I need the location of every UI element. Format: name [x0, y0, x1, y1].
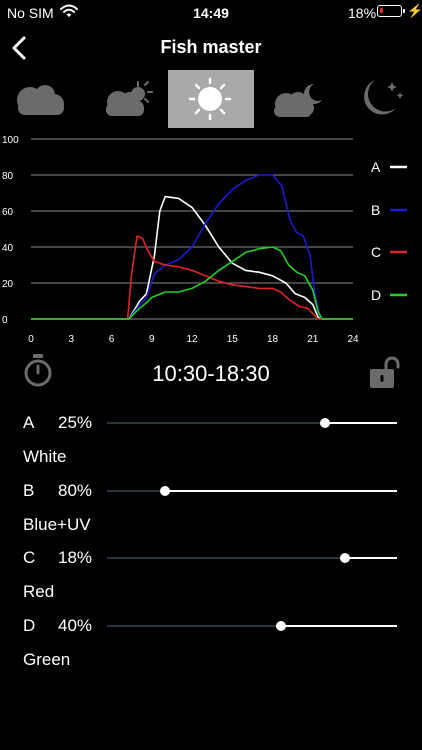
cloud-icon — [17, 85, 64, 115]
slider-track-filled — [107, 625, 281, 627]
legend-label: A — [371, 159, 381, 175]
channel-percent: 25% — [58, 413, 93, 432]
channel-b-slider[interactable] — [107, 482, 397, 500]
battery-percent: 18% — [348, 5, 377, 21]
time-row: 10:30-18:30 — [0, 350, 422, 398]
page-title: Fish master — [160, 37, 262, 57]
y-tick-label: 20 — [2, 279, 14, 290]
legend-label: B — [371, 202, 380, 218]
x-tick-label: 6 — [109, 334, 115, 345]
channel-letter: A — [23, 413, 35, 432]
slider-track-filled — [107, 557, 345, 559]
channel-row-b: B 80% Blue+UV — [0, 481, 422, 549]
x-tick-label: 21 — [307, 334, 319, 345]
mode-night[interactable] — [342, 70, 422, 128]
cloud-sun-icon — [106, 81, 153, 116]
series-line-a — [31, 195, 353, 320]
channel-name: Blue+UV — [23, 515, 91, 534]
charging-bolt-icon: ⚡ — [407, 3, 422, 18]
x-tick-label: 3 — [68, 334, 74, 345]
x-tick-label: 15 — [227, 334, 239, 345]
channel-percent: 40% — [58, 616, 93, 635]
y-tick-label: 40 — [2, 243, 14, 254]
channel-a-slider[interactable] — [107, 414, 397, 432]
channel-row-a: A 25% White — [0, 413, 422, 481]
unlock-icon[interactable] — [368, 355, 400, 396]
slider-thumb[interactable] — [160, 486, 170, 496]
channel-percent: 80% — [58, 481, 93, 500]
x-tick-label: 18 — [267, 334, 279, 345]
x-tick-label: 24 — [347, 334, 359, 345]
channel-percent: 18% — [58, 548, 93, 567]
channel-row-c: C 18% Red — [0, 548, 422, 616]
channel-letter: D — [23, 616, 36, 635]
channel-letter: B — [23, 481, 35, 500]
legend-label: C — [371, 244, 381, 260]
x-tick-label: 9 — [149, 334, 155, 345]
y-tick-label: 60 — [2, 207, 14, 218]
moon-stars-icon — [364, 80, 404, 115]
channel-name: Green — [23, 650, 71, 669]
slider-thumb[interactable] — [319, 418, 330, 428]
slider-track-filled — [107, 422, 325, 424]
slider-thumb[interactable] — [339, 553, 350, 563]
time-range[interactable]: 10:30-18:30 — [0, 361, 422, 387]
y-tick-label: 80 — [2, 171, 14, 182]
slider-track-remaining — [324, 422, 397, 424]
mode-partly-sunny[interactable] — [86, 70, 170, 128]
mode-selector — [0, 70, 422, 130]
channel-d-slider[interactable] — [107, 617, 397, 635]
slider-thumb[interactable] — [276, 621, 286, 631]
y-tick-label: 0 — [2, 315, 8, 326]
x-tick-label: 12 — [186, 334, 198, 345]
x-tick-label: 0 — [28, 334, 34, 345]
mode-cloudy-night[interactable] — [256, 70, 340, 128]
slider-track-remaining — [281, 625, 397, 627]
battery-icon — [377, 5, 405, 17]
channel-c-slider[interactable] — [107, 549, 397, 567]
series-line-c — [31, 235, 353, 320]
slider-track-filled — [107, 490, 165, 492]
mode-sunny[interactable] — [168, 70, 254, 128]
channel-name: Red — [23, 582, 55, 601]
slider-track-remaining — [344, 557, 397, 559]
status-bar: No SIM 14:49 18% ⚡ — [0, 0, 422, 26]
intensity-chart: 0 20 40 60 80 100 0 3 6 9 12 15 18 21 24 A B C D — [2, 135, 407, 345]
sun-icon — [188, 77, 232, 121]
mode-cloudy[interactable] — [0, 70, 84, 128]
legend-label: D — [371, 287, 381, 303]
nav-bar: Fish master — [0, 28, 422, 68]
y-tick-label: 100 — [2, 135, 19, 146]
slider-track-remaining — [165, 490, 397, 492]
channel-row-d: D 40% Green — [0, 616, 422, 684]
channel-letter: C — [23, 548, 36, 567]
channel-name: White — [23, 447, 67, 466]
cloud-moon-icon — [274, 84, 322, 117]
